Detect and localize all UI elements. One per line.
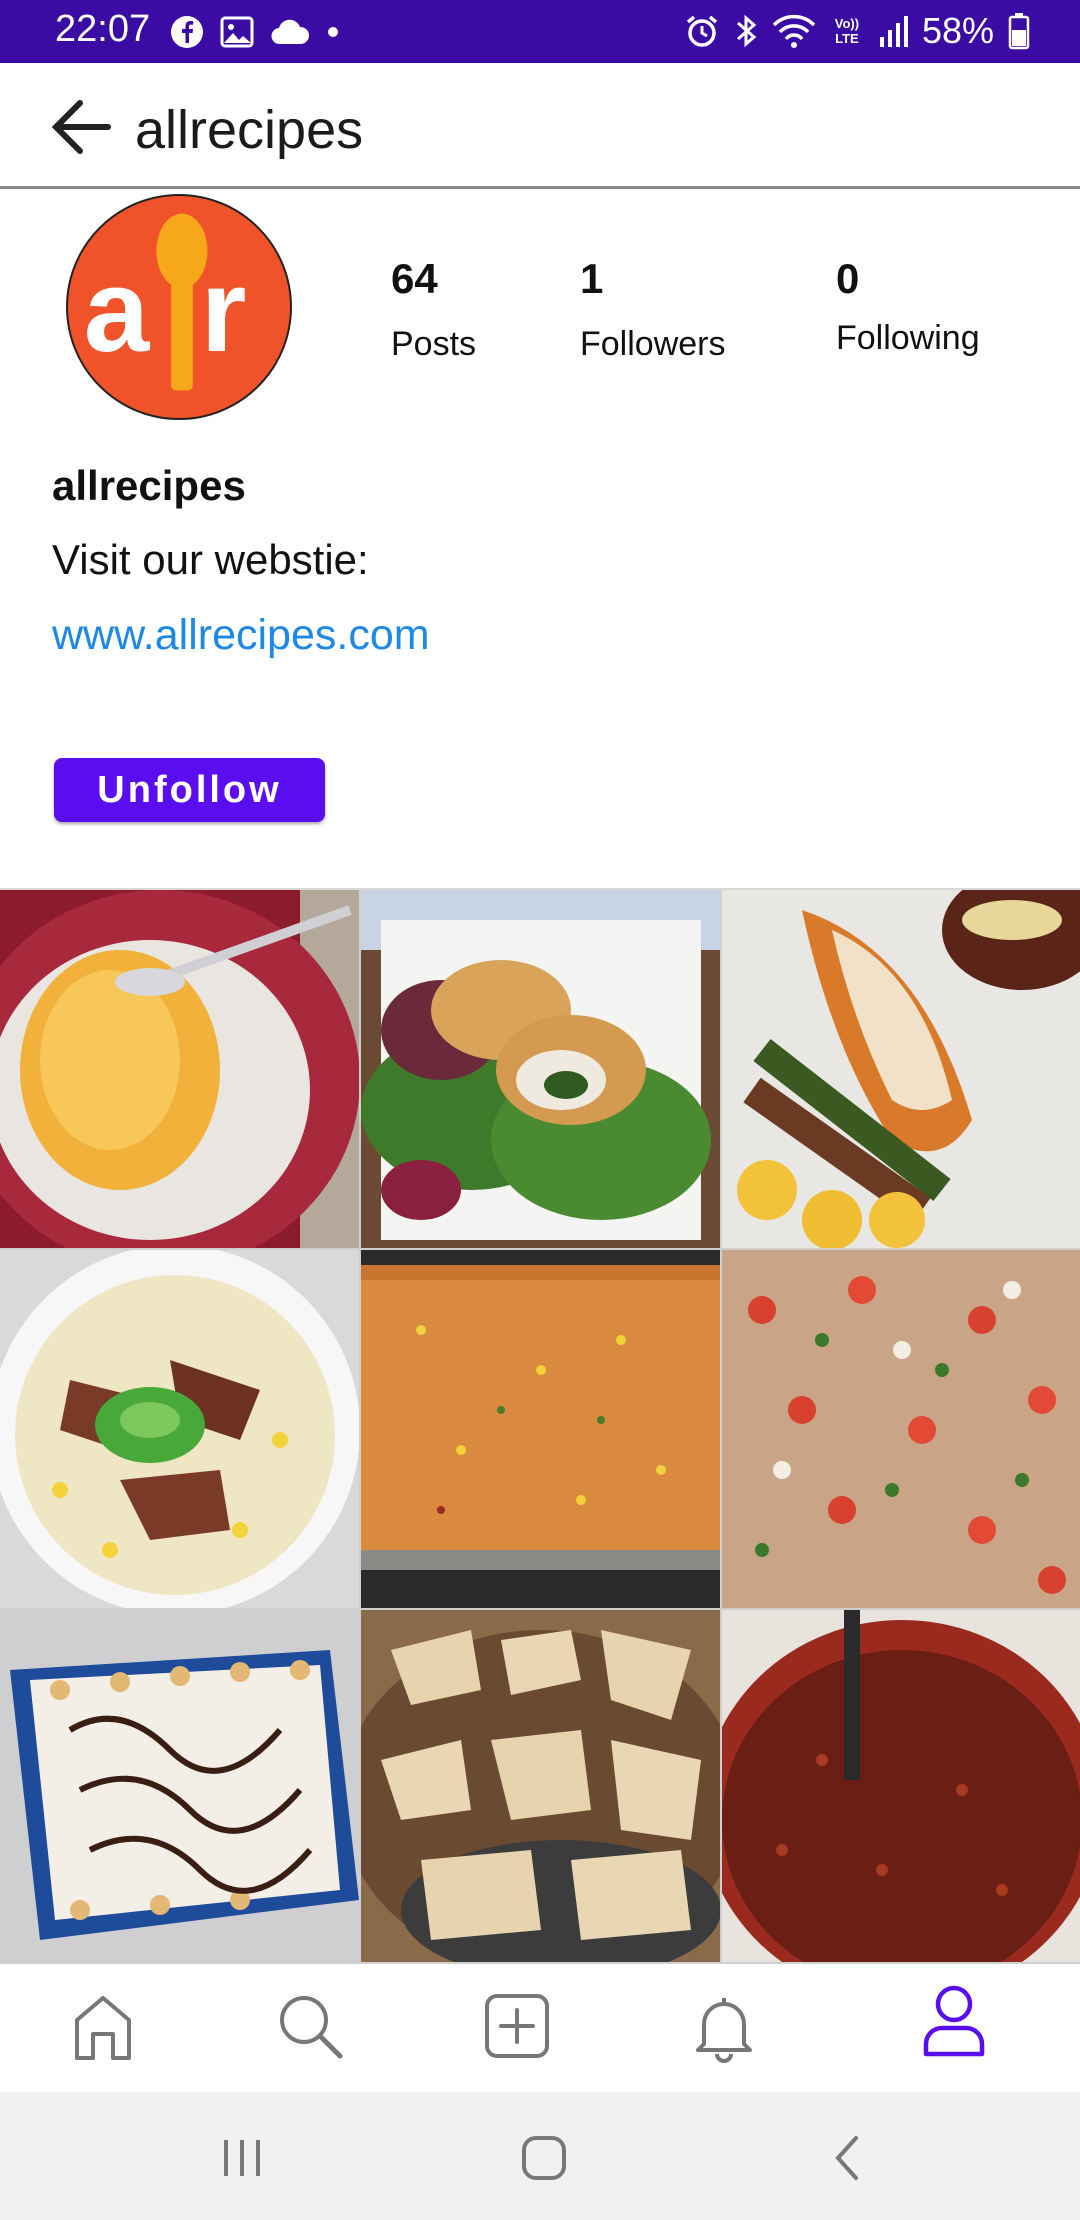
post-stuffed-chicken-salad[interactable] (361, 890, 720, 1248)
following-stat[interactable]: 0 Following (836, 255, 980, 358)
battery-icon (1008, 13, 1030, 50)
profile-icon[interactable] (914, 1980, 994, 2060)
posts-stat[interactable]: 64 Posts (391, 255, 476, 364)
post-shrimp-ceviche[interactable] (722, 1250, 1080, 1608)
posts-count: 64 (391, 255, 438, 302)
avatar: a r (66, 194, 292, 420)
profile-name: allrecipes (52, 462, 246, 509)
unfollow-button[interactable]: Unfollow (54, 758, 325, 822)
post-banana-pudding[interactable] (0, 1610, 359, 1962)
followers-stat[interactable]: 1 Followers (580, 255, 725, 364)
post-cream-cheese-wontons[interactable] (361, 1610, 720, 1962)
grits-photo (0, 890, 359, 1248)
shrimp-ceviche-photo (722, 1250, 1080, 1608)
wontons-photo (361, 1610, 720, 1962)
arrow-back-icon[interactable] (48, 95, 118, 159)
back-button[interactable] (818, 2128, 878, 2188)
svg-text:r: r (201, 244, 247, 376)
lobster-steak-photo (722, 890, 1080, 1248)
gallery-icon (220, 16, 254, 48)
spanish-rice-photo (361, 1250, 720, 1608)
baked-beans-photo (722, 1610, 1080, 1962)
home-icon[interactable] (63, 1986, 143, 2066)
following-label: Following (836, 319, 980, 357)
post-lobster-steak[interactable] (722, 890, 1080, 1248)
post-cheese-grits[interactable] (0, 890, 359, 1248)
website-link[interactable]: www.allrecipes.com (52, 611, 430, 660)
alarm-icon (686, 15, 718, 47)
add-post-icon[interactable] (477, 1986, 557, 2066)
volte-icon: Vo)) LTE (834, 16, 860, 46)
bottom-nav (0, 1962, 1080, 2092)
battery-percent: 58% (921, 10, 994, 51)
system-nav-bar (0, 2092, 1080, 2220)
recents-button[interactable] (212, 2128, 272, 2188)
stuffed-chicken-photo (361, 890, 720, 1248)
status-bar: 22:07 Vo)) LTE 58% (0, 0, 1080, 63)
post-baked-beans[interactable] (722, 1610, 1080, 1962)
notifications-icon[interactable] (684, 1986, 764, 2066)
search-icon[interactable] (270, 1986, 350, 2066)
followers-count: 1 (580, 255, 604, 302)
app-bar: allrecipes (0, 63, 1080, 189)
cloud-icon (271, 19, 310, 45)
svg-text:a: a (84, 244, 151, 376)
following-count: 0 (836, 255, 860, 302)
wifi-icon (772, 14, 816, 48)
post-spanish-rice[interactable] (361, 1250, 720, 1608)
followers-label: Followers (580, 325, 726, 363)
profile-bio: Visit our webstie: (52, 536, 369, 583)
allrecipes-logo: a r (68, 196, 290, 418)
dot-icon (328, 27, 338, 37)
home-button[interactable] (514, 2128, 574, 2188)
post-corn-chowder[interactable] (0, 1250, 359, 1608)
bluetooth-icon (736, 14, 757, 48)
facebook-icon (171, 16, 203, 48)
status-time: 22:07 (55, 8, 151, 50)
posts-label: Posts (391, 325, 477, 363)
banana-pudding-photo (0, 1610, 359, 1962)
signal-icon (879, 16, 908, 47)
corn-chowder-photo (0, 1250, 359, 1608)
page-title: allrecipes (135, 100, 364, 160)
posts-grid (0, 890, 1080, 1962)
